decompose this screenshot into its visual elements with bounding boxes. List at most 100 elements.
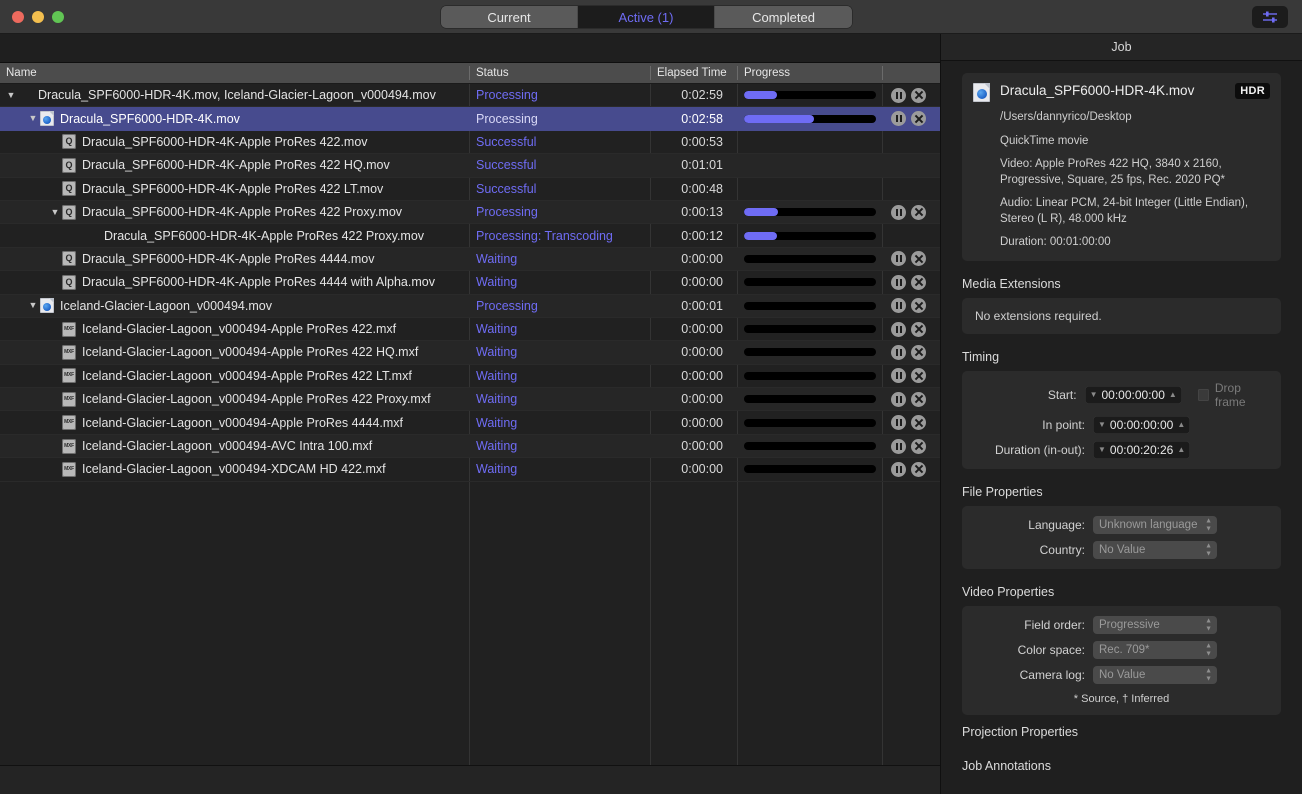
pause-job-button[interactable] <box>891 298 906 313</box>
pause-job-button[interactable] <box>891 205 906 220</box>
cancel-job-button[interactable] <box>911 111 926 126</box>
disclosure-triangle-icon[interactable]: ▼ <box>4 91 18 100</box>
disclosure-triangle-icon[interactable]: ▼ <box>26 301 40 310</box>
inspector-toggle-button[interactable] <box>1252 6 1288 28</box>
zoom-window-icon[interactable] <box>52 11 64 23</box>
cell-elapsed-time: 0:00:00 <box>651 248 737 270</box>
cancel-job-button[interactable] <box>911 88 926 103</box>
cell-elapsed-time: 0:02:59 <box>651 84 737 106</box>
table-row[interactable]: ▼Iceland-Glacier-Lagoon_v000494.movProce… <box>0 295 940 318</box>
cell-name: ▼Iceland-Glacier-Lagoon_v000494-Apple Pr… <box>0 411 469 433</box>
table-row[interactable]: ▼Dracula_SPF6000-HDR-4K-Apple ProRes 422… <box>0 224 940 247</box>
cancel-job-button[interactable] <box>911 322 926 337</box>
cell-progress <box>738 271 882 293</box>
table-row[interactable]: ▼Dracula_SPF6000-HDR-4K-Apple ProRes 444… <box>0 248 940 271</box>
field-order-select[interactable]: Progressive ▲▼ <box>1093 616 1217 634</box>
timing-card: Start: ▼ 00:00:00:00 ▲ Drop frame In poi… <box>962 371 1281 469</box>
cancel-job-button[interactable] <box>911 415 926 430</box>
table-row[interactable]: ▼Dracula_SPF6000-HDR-4K-Apple ProRes 422… <box>0 154 940 177</box>
progress-bar-fill <box>744 115 814 123</box>
pause-job-button[interactable] <box>891 275 906 290</box>
pause-job-button[interactable] <box>891 111 906 126</box>
start-timecode-field[interactable]: ▼ 00:00:00:00 ▲ <box>1085 386 1182 404</box>
cancel-job-button[interactable] <box>911 368 926 383</box>
pause-job-button[interactable] <box>891 462 906 477</box>
cancel-job-button[interactable] <box>911 298 926 313</box>
job-name-label: Iceland-Glacier-Lagoon_v000494-Apple Pro… <box>82 345 418 359</box>
chevron-down-icon[interactable]: ▼ <box>1090 391 1098 399</box>
drop-frame-checkbox[interactable] <box>1198 389 1209 401</box>
table-row[interactable]: ▼Iceland-Glacier-Lagoon_v000494-Apple Pr… <box>0 388 940 411</box>
chevron-down-icon[interactable]: ▼ <box>1098 421 1106 429</box>
duration-timecode-field[interactable]: ▼ 00:00:20:26 ▲ <box>1093 441 1190 459</box>
column-header-elapsed[interactable]: Elapsed Time <box>651 63 737 83</box>
progress-bar <box>744 115 876 123</box>
drop-frame-checkbox-group[interactable]: Drop frame <box>1198 381 1270 409</box>
camera-log-select[interactable]: No Value ▲▼ <box>1093 666 1217 684</box>
disclosure-triangle-icon[interactable]: ▼ <box>26 114 40 123</box>
cell-elapsed-time: 0:00:00 <box>651 388 737 410</box>
table-row[interactable]: ▼Iceland-Glacier-Lagoon_v000494-XDCAM HD… <box>0 458 940 481</box>
cell-actions <box>883 318 940 340</box>
in-point-timecode-field[interactable]: ▼ 00:00:00:00 ▲ <box>1093 416 1190 434</box>
table-row[interactable]: ▼Dracula_SPF6000-HDR-4K-Apple ProRes 444… <box>0 271 940 294</box>
color-space-select[interactable]: Rec. 709* ▲▼ <box>1093 641 1217 659</box>
section-projection-properties[interactable]: Projection Properties <box>962 715 1281 749</box>
country-select[interactable]: No Value ▲▼ <box>1093 541 1217 559</box>
pause-job-button[interactable] <box>891 322 906 337</box>
table-row[interactable]: ▼Iceland-Glacier-Lagoon_v000494-Apple Pr… <box>0 411 940 434</box>
language-select[interactable]: Unknown language ▲▼ <box>1093 516 1217 534</box>
column-header-name[interactable]: Name <box>0 63 469 83</box>
close-window-icon[interactable] <box>12 11 24 23</box>
table-row[interactable]: ▼Dracula_SPF6000-HDR-4K.mov, Iceland-Gla… <box>0 84 940 107</box>
column-header-progress[interactable]: Progress <box>738 63 882 83</box>
table-row[interactable]: ▼Dracula_SPF6000-HDR-4K-Apple ProRes 422… <box>0 131 940 154</box>
cancel-job-button[interactable] <box>911 205 926 220</box>
table-row[interactable]: ▼Iceland-Glacier-Lagoon_v000494-Apple Pr… <box>0 318 940 341</box>
job-table[interactable]: ▼Dracula_SPF6000-HDR-4K.mov, Iceland-Gla… <box>0 84 940 765</box>
pause-job-button[interactable] <box>891 439 906 454</box>
cell-name: ▼Iceland-Glacier-Lagoon_v000494-XDCAM HD… <box>0 458 469 480</box>
pause-job-button[interactable] <box>891 251 906 266</box>
table-row[interactable]: ▼Dracula_SPF6000-HDR-4K-Apple ProRes 422… <box>0 178 940 201</box>
cell-elapsed-time: 0:01:01 <box>651 154 737 176</box>
tab-current[interactable]: Current <box>441 6 578 28</box>
table-row[interactable]: ▼Iceland-Glacier-Lagoon_v000494-Apple Pr… <box>0 341 940 364</box>
pause-job-button[interactable] <box>891 345 906 360</box>
chevron-up-icon[interactable]: ▲ <box>1169 391 1177 399</box>
camera-log-row: Camera log: No Value ▲▼ <box>973 666 1270 684</box>
pause-job-button[interactable] <box>891 392 906 407</box>
section-job-annotations[interactable]: Job Annotations <box>962 749 1281 783</box>
table-row[interactable]: ▼Dracula_SPF6000-HDR-4K.movProcessing0:0… <box>0 107 940 130</box>
cell-progress <box>738 131 882 153</box>
cell-progress <box>738 84 882 106</box>
table-row[interactable]: ▼Iceland-Glacier-Lagoon_v000494-Apple Pr… <box>0 365 940 388</box>
cancel-job-button[interactable] <box>911 439 926 454</box>
pause-job-button[interactable] <box>891 368 906 383</box>
chevron-up-icon[interactable]: ▲ <box>1177 446 1185 454</box>
progress-bar <box>744 325 876 333</box>
job-name-label: Dracula_SPF6000-HDR-4K-Apple ProRes 422 … <box>82 158 390 172</box>
section-title-media-extensions: Media Extensions <box>962 277 1281 291</box>
minimize-window-icon[interactable] <box>32 11 44 23</box>
chevron-down-icon[interactable]: ▼ <box>1098 446 1106 454</box>
quicktime-icon <box>62 158 76 173</box>
tab-active[interactable]: Active (1) <box>578 6 715 28</box>
tab-completed[interactable]: Completed <box>715 6 852 28</box>
pause-job-button[interactable] <box>891 88 906 103</box>
cancel-job-button[interactable] <box>911 251 926 266</box>
duration-timecode-value: 00:00:20:26 <box>1110 443 1173 457</box>
column-header-status[interactable]: Status <box>470 63 650 83</box>
section-hdr-metadata[interactable]: HDR Metadata <box>962 783 1281 794</box>
table-row[interactable]: ▼Iceland-Glacier-Lagoon_v000494-AVC Intr… <box>0 435 940 458</box>
cancel-job-button[interactable] <box>911 345 926 360</box>
cancel-job-button[interactable] <box>911 392 926 407</box>
disclosure-triangle-icon[interactable]: ▼ <box>48 208 62 217</box>
pause-job-button[interactable] <box>891 415 906 430</box>
cancel-job-button[interactable] <box>911 275 926 290</box>
chevron-updown-icon: ▲▼ <box>1205 617 1212 632</box>
cancel-job-button[interactable] <box>911 462 926 477</box>
table-row[interactable]: ▼Dracula_SPF6000-HDR-4K-Apple ProRes 422… <box>0 201 940 224</box>
chevron-up-icon[interactable]: ▲ <box>1177 421 1185 429</box>
cell-status: Processing: Transcoding <box>470 224 650 246</box>
